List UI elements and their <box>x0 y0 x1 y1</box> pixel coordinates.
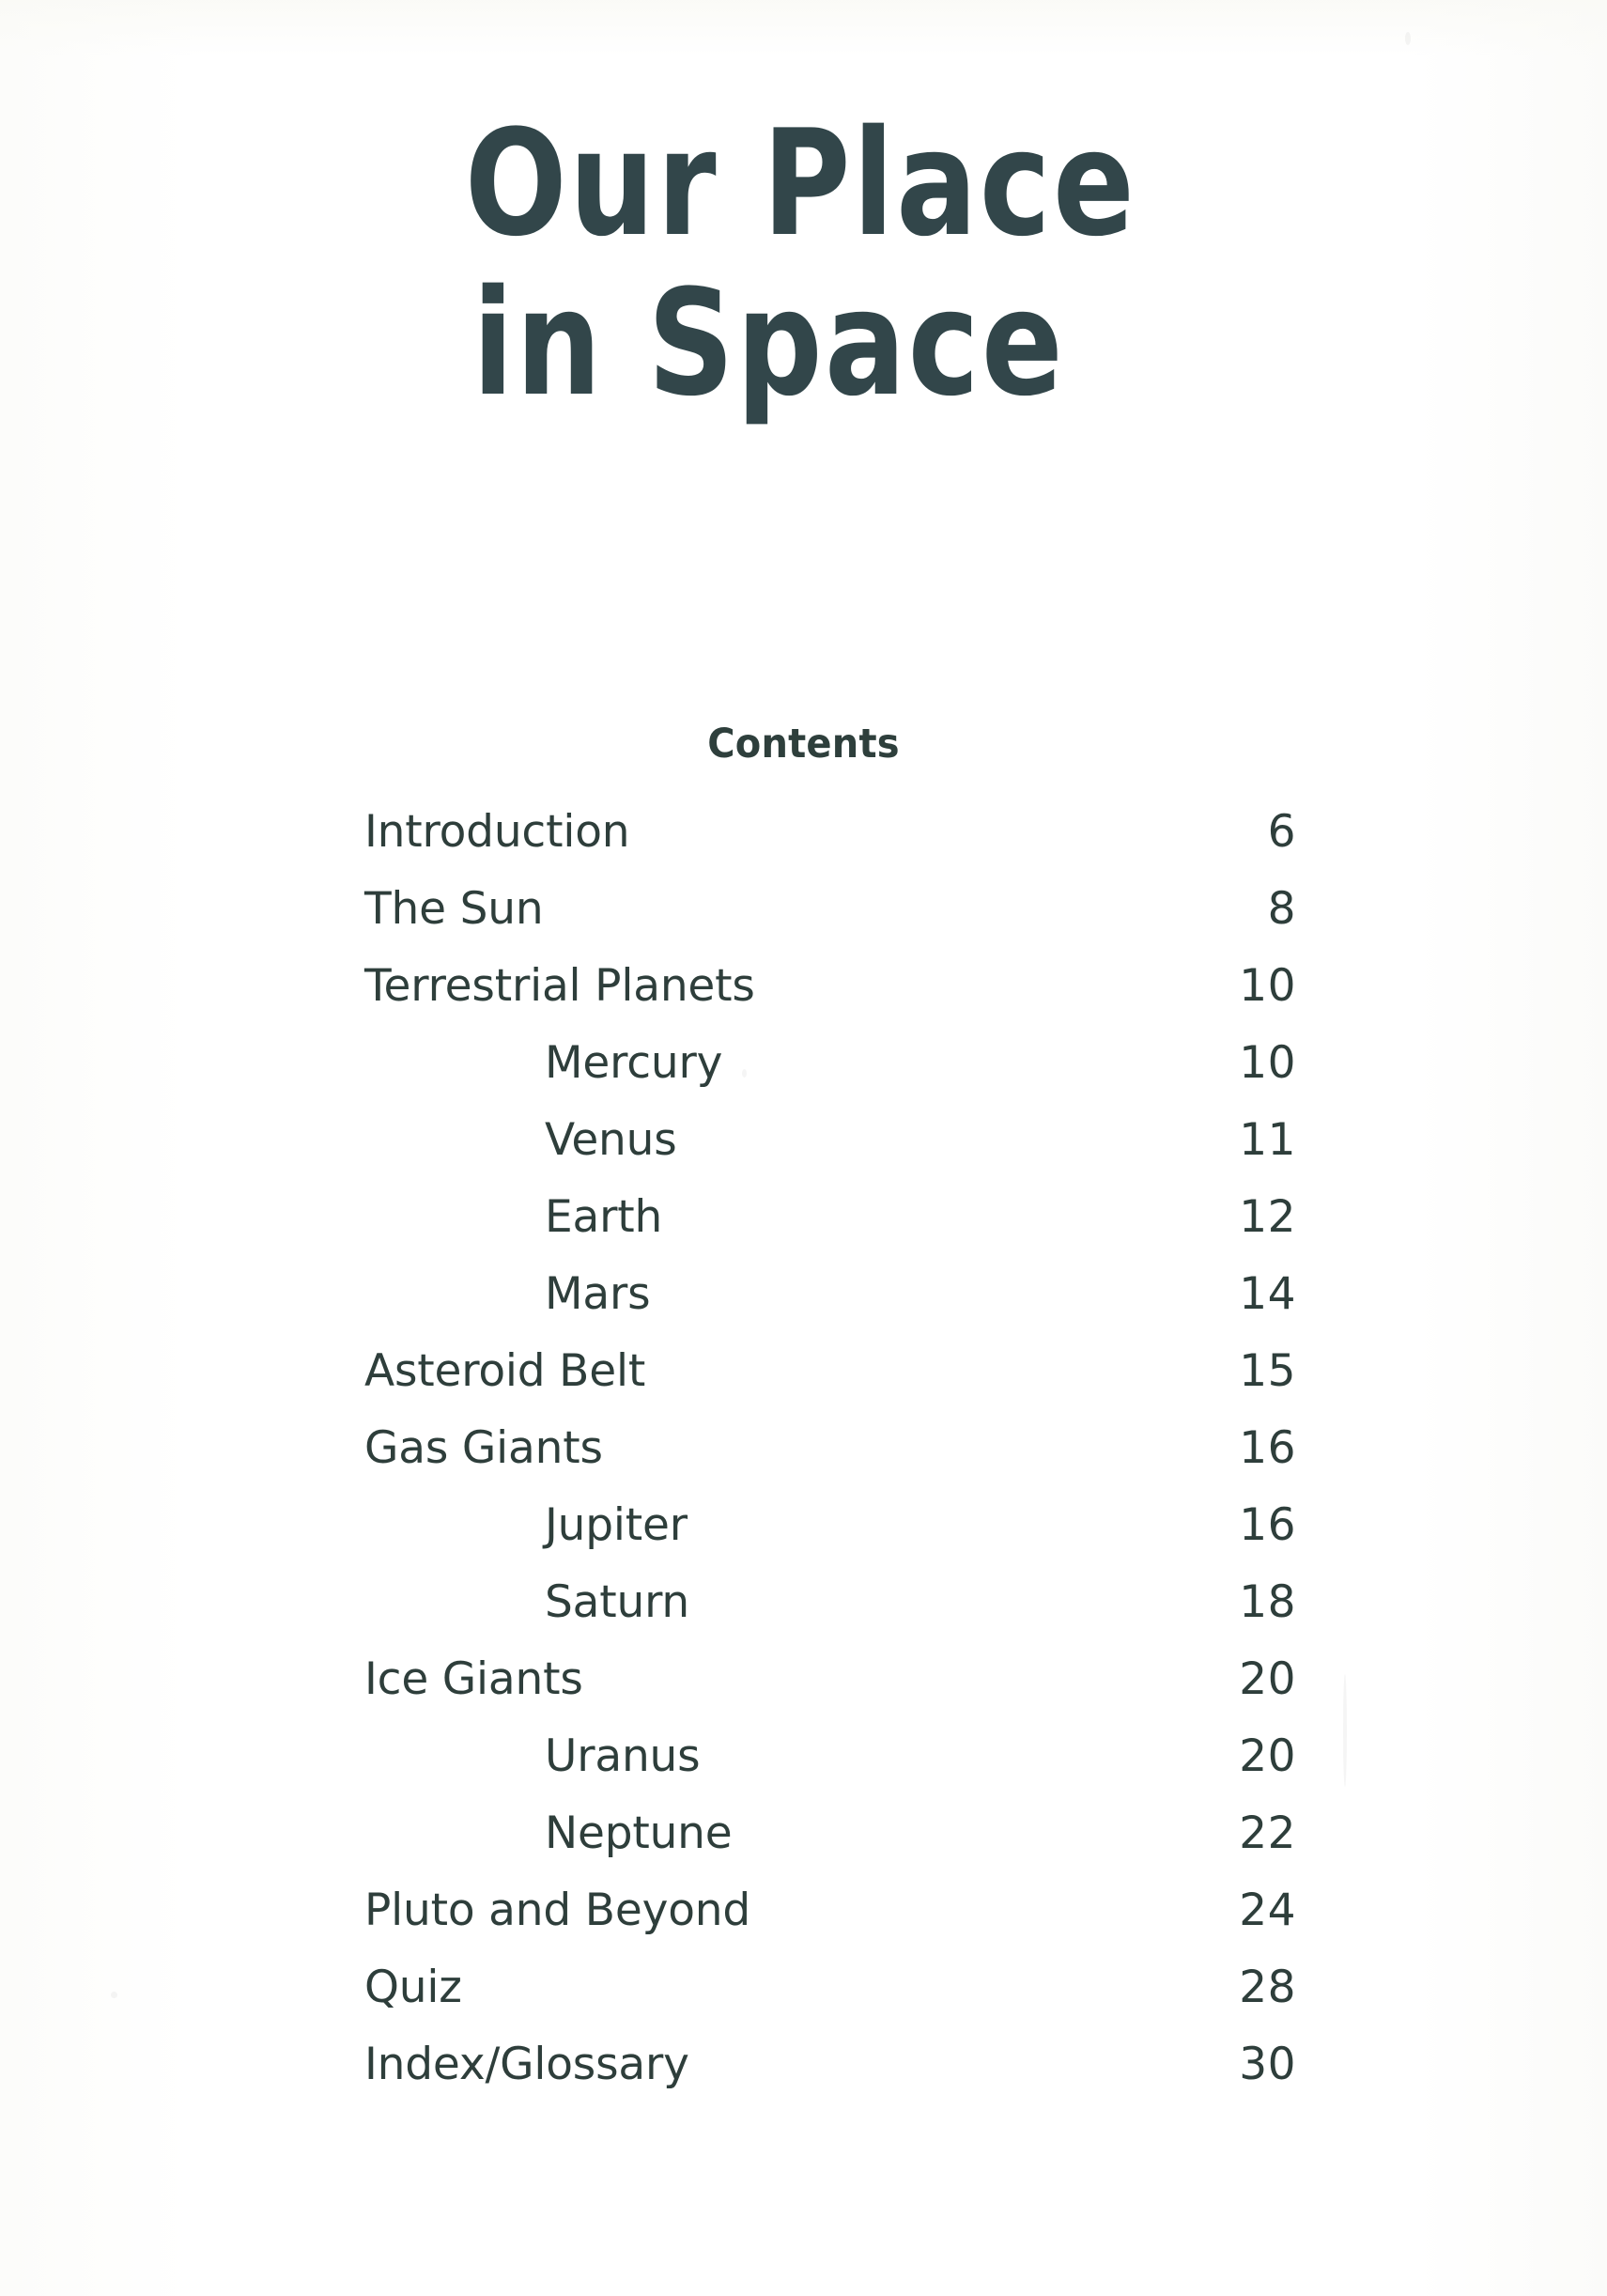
toc-entry-label: Earth <box>545 1191 663 1243</box>
toc-row[interactable]: Gas Giants 16 <box>364 1410 1296 1487</box>
toc-row[interactable]: Terrestrial Planets 10 <box>364 948 1296 1025</box>
toc-entry-label: Index/Glossary <box>364 2039 689 2090</box>
table-of-contents: Introduction 6 The Sun 8 Terrestrial Planets… <box>364 794 1296 2103</box>
toc-row[interactable]: Saturn 18 <box>364 1564 1296 1641</box>
toc-entry-label: The Sun <box>364 883 544 935</box>
toc-entry-label: Introduction <box>364 806 630 858</box>
toc-entry-page-number: 8 <box>1267 883 1296 935</box>
toc-entry-label: Mars <box>545 1268 651 1320</box>
toc-row[interactable]: Jupiter 16 <box>364 1487 1296 1564</box>
toc-entry-label: Uranus <box>545 1730 701 1782</box>
toc-entry-page-number: 20 <box>1239 1730 1296 1782</box>
toc-entry-label: Venus <box>545 1114 677 1166</box>
toc-row[interactable]: Quiz 28 <box>364 1949 1296 2026</box>
scan-speckle <box>111 1992 117 1998</box>
toc-entry-label: Saturn <box>545 1576 690 1628</box>
toc-row[interactable]: Uranus 20 <box>364 1718 1296 1795</box>
toc-row[interactable]: The Sun 8 <box>364 871 1296 948</box>
book-title-line-1: Our Place <box>464 99 1137 270</box>
toc-entry-label: Pluto and Beyond <box>364 1885 751 1936</box>
toc-entry-page-number: 16 <box>1239 1422 1296 1474</box>
book-title-line-2: in Space <box>471 258 1066 429</box>
toc-row[interactable]: Neptune 22 <box>364 1795 1296 1872</box>
toc-entry-page-number: 20 <box>1239 1653 1296 1705</box>
toc-entry-page-number: 15 <box>1239 1345 1296 1397</box>
toc-entry-page-number: 12 <box>1239 1191 1296 1243</box>
toc-entry-page-number: 11 <box>1239 1114 1296 1166</box>
book-title: Our Place in Space <box>0 99 1607 417</box>
toc-entry-label: Quiz <box>364 1962 462 2013</box>
contents-heading: Contents <box>707 721 900 768</box>
toc-row[interactable]: Ice Giants 20 <box>364 1641 1296 1718</box>
toc-entry-page-number: 10 <box>1239 1037 1296 1089</box>
toc-entry-page-number: 28 <box>1239 1962 1296 2013</box>
scan-streak <box>1343 1674 1347 1787</box>
toc-entry-page-number: 22 <box>1239 1807 1296 1859</box>
toc-entry-label: Terrestrial Planets <box>364 960 755 1012</box>
toc-entry-label: Jupiter <box>545 1499 688 1551</box>
toc-entry-label: Mercury <box>545 1037 723 1089</box>
toc-entry-page-number: 16 <box>1239 1499 1296 1551</box>
toc-row[interactable]: Index/Glossary 30 <box>364 2026 1296 2103</box>
toc-row[interactable]: Asteroid Belt 15 <box>364 1333 1296 1410</box>
toc-row[interactable]: Mercury 10 <box>364 1025 1296 1102</box>
toc-entry-label: Asteroid Belt <box>364 1345 646 1397</box>
scan-speckle <box>1405 32 1411 45</box>
toc-entry-label: Neptune <box>545 1807 733 1859</box>
toc-entry-page-number: 6 <box>1267 806 1296 858</box>
toc-row[interactable]: Earth 12 <box>364 1179 1296 1256</box>
toc-entry-page-number: 30 <box>1239 2039 1296 2090</box>
toc-entry-page-number: 10 <box>1239 960 1296 1012</box>
toc-entry-page-number: 24 <box>1239 1885 1296 1936</box>
toc-entry-page-number: 14 <box>1239 1268 1296 1320</box>
toc-row[interactable]: Pluto and Beyond 24 <box>364 1872 1296 1949</box>
toc-row[interactable]: Introduction 6 <box>364 794 1296 871</box>
toc-row[interactable]: Venus 11 <box>364 1102 1296 1179</box>
toc-entry-page-number: 18 <box>1239 1576 1296 1628</box>
toc-entry-label: Gas Giants <box>364 1422 603 1474</box>
toc-row[interactable]: Mars 14 <box>364 1256 1296 1333</box>
book-contents-page: Our Place in Space Contents Introduction… <box>0 0 1607 2296</box>
toc-entry-label: Ice Giants <box>364 1653 583 1705</box>
